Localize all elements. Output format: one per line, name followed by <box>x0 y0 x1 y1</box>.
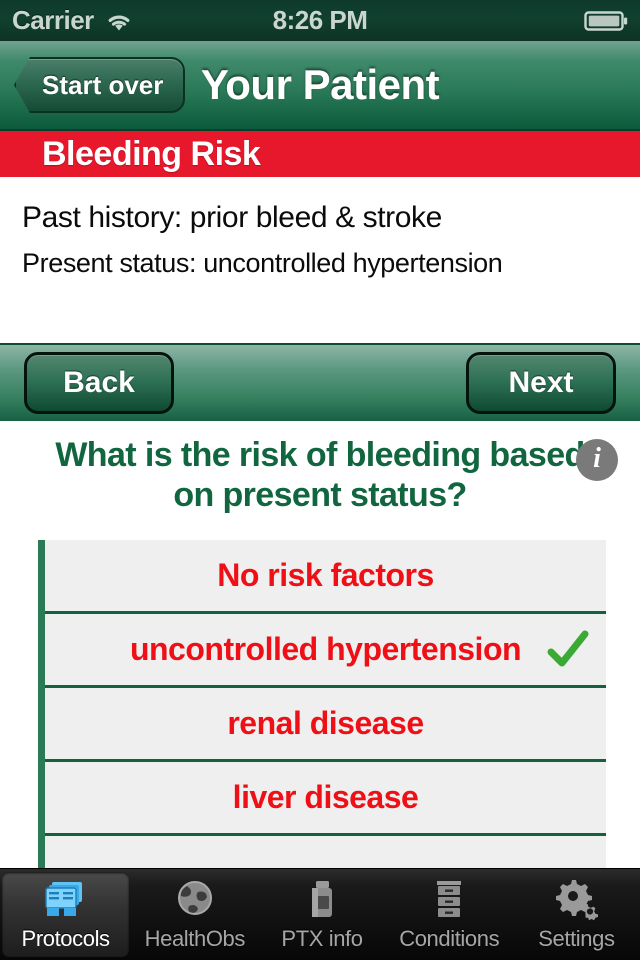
tab-conditions-label: Conditions <box>399 925 500 951</box>
pill-bottle-icon <box>312 880 332 917</box>
start-over-button[interactable]: Start over <box>14 57 186 113</box>
bleeding-risk-banner: Bleeding Risk <box>0 131 640 177</box>
bleeding-risk-banner-title: Bleeding Risk <box>42 134 261 173</box>
list-item[interactable] <box>45 836 606 870</box>
question-text: What is the risk of bleeding based on pr… <box>55 436 585 515</box>
list-item[interactable]: uncontrolled hypertension <box>45 614 606 688</box>
back-button[interactable]: Back <box>24 352 174 414</box>
patient-summary: Past history: prior bleed & stroke Prese… <box>0 177 640 343</box>
tab-ptx-info[interactable]: PTX info <box>258 869 385 960</box>
info-icon[interactable]: i <box>576 439 618 481</box>
list-item[interactable]: liver disease <box>45 762 606 836</box>
info-icon-glyph: i <box>593 443 601 474</box>
tab-protocols-label: Protocols <box>21 925 111 951</box>
carrier-label: Carrier <box>12 5 94 35</box>
gears-icon <box>556 879 599 920</box>
tab-protocols[interactable]: Protocols <box>2 872 130 957</box>
list-item[interactable]: renal disease <box>45 688 606 762</box>
status-bar: Carrier 8:26 PM <box>0 0 640 41</box>
wifi-icon <box>108 15 130 30</box>
option-list-container: No risk factors uncontrolled hypertensio… <box>38 540 606 870</box>
next-button[interactable]: Next <box>466 352 616 414</box>
tab-ptx-info-label: PTX info <box>281 925 363 951</box>
tab-bar: Protocols HealthObs PTX info Conditions … <box>0 868 640 960</box>
navigation-bar: Start over Your Patient <box>0 41 640 131</box>
option-label: uncontrolled hypertension <box>129 631 522 667</box>
battery-full-icon <box>584 10 628 31</box>
status-bar-right <box>584 10 628 32</box>
start-over-button-label: Start over <box>42 69 164 100</box>
option-label: renal disease <box>227 705 424 741</box>
status-bar-left: Carrier <box>12 5 134 36</box>
file-cabinet-icon <box>437 880 462 917</box>
checkmark-icon <box>547 630 589 666</box>
navigation-toolbar: Back Next <box>0 343 640 421</box>
tab-healthobs[interactable]: HealthObs <box>131 869 258 960</box>
globe-icon <box>177 880 212 915</box>
tab-settings-label: Settings <box>538 925 615 951</box>
present-status-text: Present status: uncontrolled hypertensio… <box>22 247 503 278</box>
tab-conditions[interactable]: Conditions <box>386 869 513 960</box>
tab-settings[interactable]: Settings <box>513 869 640 960</box>
next-button-label: Next <box>508 366 574 399</box>
list-item[interactable]: No risk factors <box>45 540 606 614</box>
option-label: No risk factors <box>217 557 434 593</box>
past-history-text: Past history: prior bleed & stroke <box>22 201 442 234</box>
question-area: What is the risk of bleeding based on pr… <box>0 421 640 531</box>
back-button-label: Back <box>63 366 135 399</box>
option-list: No risk factors uncontrolled hypertensio… <box>38 540 606 870</box>
protocols-icon <box>44 881 82 916</box>
tab-healthobs-label: HealthObs <box>144 925 246 951</box>
option-label: liver disease <box>232 779 419 815</box>
